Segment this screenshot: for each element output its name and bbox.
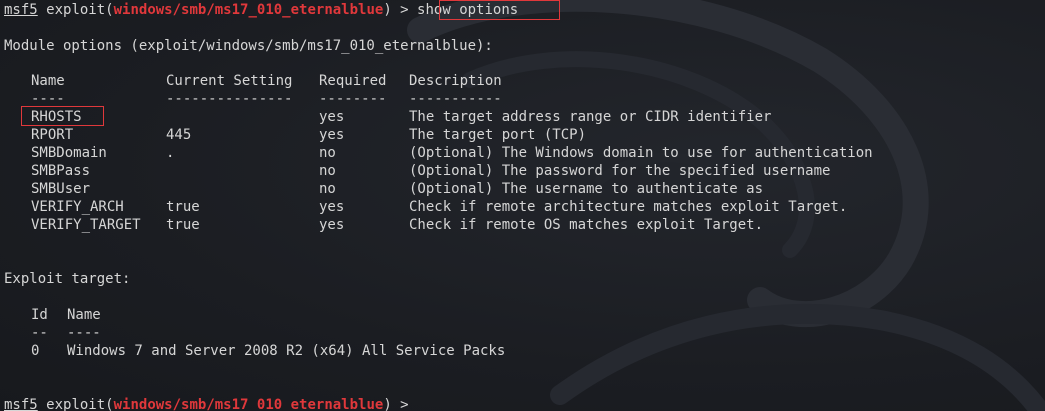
- option-required: yes: [319, 109, 345, 125]
- option-required: no: [319, 181, 336, 197]
- options-separator-row: ---- --------------- -------- ----------…: [0, 90, 1045, 108]
- header-name: Name: [31, 73, 65, 89]
- table-row: RHOSTS yes The target address range or C…: [0, 108, 1045, 126]
- table-row: VERIFY_TARGET true yes Check if remote O…: [0, 216, 1045, 234]
- target-header-row: Id Name: [0, 306, 1045, 324]
- header-description: Description: [409, 73, 502, 89]
- option-description: (Optional) The username to authenticate …: [409, 181, 764, 197]
- option-name: VERIFY_ARCH: [31, 199, 124, 215]
- exploit-target-title: Exploit target:: [4, 271, 131, 287]
- prompt-arrow: ) >: [383, 2, 418, 18]
- separator-id: --: [31, 325, 48, 341]
- table-row: 0 Windows 7 and Server 2008 R2 (x64) All…: [0, 342, 1045, 360]
- option-description: The target port (TCP): [409, 127, 587, 143]
- paren-open: (: [105, 2, 114, 18]
- option-description: (Optional) The Windows domain to use for…: [409, 145, 873, 161]
- module-path: windows/smb/ms17_010_eternalblue: [113, 397, 384, 411]
- table-row: VERIFY_ARCH true yes Check if remote arc…: [0, 198, 1045, 216]
- table-row: SMBPass no (Optional) The password for t…: [0, 162, 1045, 180]
- option-name: VERIFY_TARGET: [31, 217, 141, 233]
- header-required: Required: [319, 73, 387, 89]
- command-highlight-box: [439, 0, 560, 20]
- terminal-window[interactable]: msf5 exploit(windows/smb/ms17_010_eterna…: [0, 0, 1045, 411]
- msf-label: msf5: [4, 397, 38, 411]
- option-required: yes: [319, 217, 345, 233]
- option-current: true: [166, 199, 200, 215]
- header-target-name: Name: [67, 307, 101, 323]
- rhosts-highlight-box: [21, 106, 104, 126]
- option-description: Check if remote OS matches exploit Targe…: [409, 217, 764, 233]
- separator-target-name: ----: [67, 325, 101, 341]
- option-required: no: [319, 163, 336, 179]
- table-row: SMBDomain . no (Optional) The Windows do…: [0, 144, 1045, 162]
- table-row: RPORT 445 yes The target port (TCP): [0, 126, 1045, 144]
- option-current: true: [166, 217, 200, 233]
- exploit-word: exploit: [46, 2, 106, 18]
- exploit-word: exploit: [46, 397, 106, 411]
- option-name: RPORT: [31, 127, 74, 143]
- msf-label: msf5: [4, 2, 38, 18]
- module-options-title: Module options (exploit/windows/smb/ms17…: [4, 38, 493, 54]
- option-description: Check if remote architecture matches exp…: [409, 199, 848, 215]
- header-current-setting: Current Setting: [166, 73, 293, 89]
- option-required: no: [319, 145, 336, 161]
- separator-current-setting: ---------------: [166, 91, 293, 107]
- prompt-arrow: ) >: [383, 397, 418, 411]
- separator-description: -----------: [409, 91, 502, 107]
- option-name: SMBDomain: [31, 145, 107, 161]
- module-path: windows/smb/ms17_010_eternalblue: [113, 2, 384, 18]
- option-required: yes: [319, 199, 345, 215]
- paren-open: (: [105, 397, 114, 411]
- option-required: yes: [319, 127, 345, 143]
- option-description: The target address range or CIDR identif…: [409, 109, 772, 125]
- table-row: SMBUser no (Optional) The username to au…: [0, 180, 1045, 198]
- prompt-line-2[interactable]: msf5 exploit(windows/smb/ms17_010_eterna…: [4, 396, 417, 411]
- option-current: 445: [166, 127, 192, 143]
- option-current: .: [166, 145, 175, 161]
- options-header-row: Name Current Setting Required Descriptio…: [0, 72, 1045, 90]
- target-separator-row: -- ----: [0, 324, 1045, 342]
- option-name: SMBPass: [31, 163, 91, 179]
- option-name: SMBUser: [31, 181, 91, 197]
- header-id: Id: [31, 307, 48, 323]
- target-id: 0: [31, 343, 40, 359]
- target-name: Windows 7 and Server 2008 R2 (x64) All S…: [67, 343, 506, 359]
- option-description: (Optional) The password for the specifie…: [409, 163, 831, 179]
- separator-required: --------: [319, 91, 387, 107]
